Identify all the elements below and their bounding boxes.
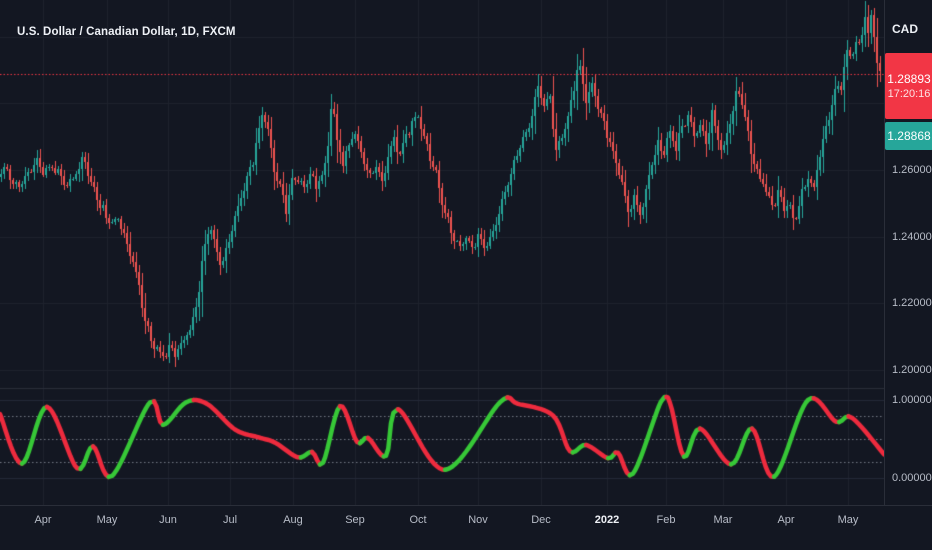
last-price-value: 1.28893 — [887, 71, 931, 86]
time-tick-label: Apr — [34, 514, 52, 526]
chart-canvas[interactable] — [0, 0, 884, 505]
price-tick-label: 1.22000 — [892, 297, 932, 310]
price-tick-label: 1.26000 — [892, 164, 932, 176]
time-tick-label: Nov — [468, 514, 488, 526]
oscillator-tick-label: 1.00000 — [892, 394, 932, 406]
oscillator-tick-label: 0.00000 — [892, 471, 932, 484]
time-tick-label: Dec — [531, 514, 551, 526]
time-tick-label: Mar — [713, 514, 733, 526]
time-tick-label: 2022 — [594, 514, 620, 526]
indicator-value: 1.28868 — [887, 129, 931, 143]
time-tick-label: Jun — [159, 514, 177, 526]
symbol-title[interactable]: U.S. Dollar / Canadian Dollar, 1D, FXCM — [17, 26, 236, 38]
price-axis[interactable]: CAD 1.26000 1.24000 1.22000 1.20000 1.00000 0… — [884, 0, 932, 505]
candle-countdown-timer: 17:20:16 — [887, 87, 931, 100]
time-tick-label: Aug — [283, 514, 303, 526]
time-tick-label: Oct — [409, 514, 427, 526]
price-tick-label: 1.20000 — [892, 363, 932, 376]
indicator-value-badge: 1.28868 — [885, 122, 932, 150]
price-tick-label: 1.24000 — [892, 230, 932, 243]
time-tick-label: Apr — [777, 514, 795, 526]
tradingview-chart-window: U.S. Dollar / Canadian Dollar, 1D, FXCM … — [0, 0, 932, 550]
time-axis[interactable]: Apr May Jun Jul Aug Sep Oct Nov Dec 2022 Feb Mar Apr… — [0, 505, 932, 550]
time-tick-label: Jul — [222, 514, 238, 526]
time-tick-label: May — [96, 514, 118, 526]
last-price-badge: 1.28893 17:20:16 — [885, 53, 932, 119]
time-tick-label: Feb — [656, 514, 676, 526]
time-tick-label: Sep — [345, 514, 365, 526]
time-tick-label: May — [837, 514, 859, 526]
currency-label: CAD — [892, 22, 918, 36]
